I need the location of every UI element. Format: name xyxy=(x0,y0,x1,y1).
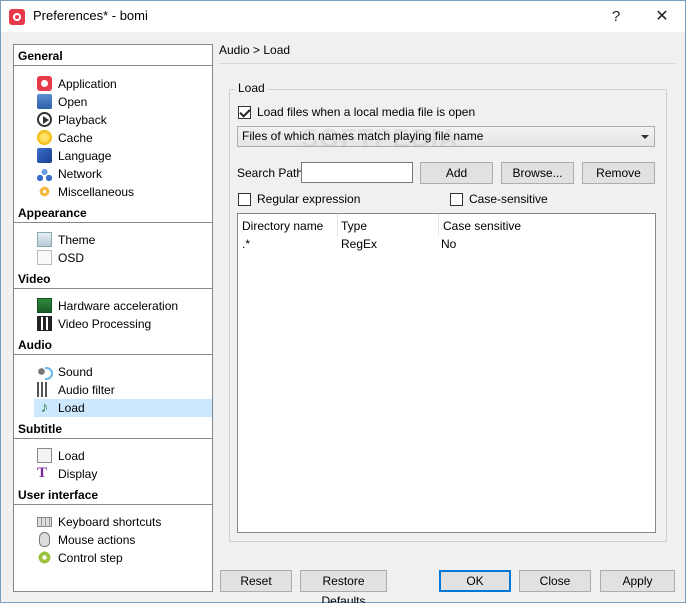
sidebar-item-audio-load[interactable]: ♪ Load xyxy=(34,399,212,417)
cache-icon xyxy=(37,130,52,145)
column-divider xyxy=(438,214,439,236)
miscellaneous-icon xyxy=(37,184,52,199)
reset-button[interactable]: Reset xyxy=(220,570,292,592)
section-appearance: Appearance xyxy=(14,204,212,223)
search-path-input[interactable] xyxy=(301,162,413,183)
sidebar-item-hardware-acceleration[interactable]: Hardware acceleration xyxy=(34,297,212,315)
checkbox-unchecked-icon xyxy=(238,193,251,206)
mouse-icon xyxy=(39,532,50,547)
theme-icon xyxy=(37,232,52,247)
table-cell-type[interactable]: RegEx xyxy=(341,236,377,252)
checkbox-checked-icon xyxy=(238,106,251,119)
sound-icon xyxy=(37,364,53,380)
window-title: Preferences* - bomi xyxy=(33,8,148,23)
regular-expression-checkbox[interactable]: Regular expression xyxy=(238,191,360,207)
column-header-case-sensitive[interactable]: Case sensitive xyxy=(443,218,521,234)
checkbox-unchecked-icon xyxy=(450,193,463,206)
load-files-checkbox[interactable]: Load files when a local media file is op… xyxy=(238,104,475,120)
category-sidebar: General Application Open Playback Cache … xyxy=(13,44,213,592)
keyboard-icon xyxy=(37,517,52,527)
sidebar-item-network[interactable]: Network xyxy=(34,165,212,183)
app-icon xyxy=(9,9,25,25)
sidebar-item-open[interactable]: Open xyxy=(34,93,212,111)
audio-filter-icon xyxy=(37,382,52,397)
column-header-type[interactable]: Type xyxy=(341,218,367,234)
title-bar: Preferences* - bomi ? ✕ xyxy=(1,1,685,32)
sidebar-item-language[interactable]: Language xyxy=(34,147,212,165)
playback-icon xyxy=(37,112,52,127)
sidebar-item-audio-filter[interactable]: Audio filter xyxy=(34,381,212,399)
sidebar-item-playback[interactable]: Playback xyxy=(34,111,212,129)
language-icon xyxy=(37,148,52,163)
section-user-interface: User interface xyxy=(14,486,212,505)
chevron-down-icon xyxy=(641,135,649,139)
music-note-icon: ♪ xyxy=(40,399,49,416)
sidebar-item-subtitle-load[interactable]: Load xyxy=(34,447,212,465)
sidebar-item-mouse-actions[interactable]: Mouse actions xyxy=(34,531,212,549)
section-general: General xyxy=(14,47,212,66)
osd-icon xyxy=(37,250,52,265)
application-icon xyxy=(37,76,52,91)
hardware-acceleration-icon xyxy=(37,298,52,313)
restore-defaults-button[interactable]: Restore Defaults xyxy=(300,570,387,603)
table-cell-directory[interactable]: .* xyxy=(242,236,250,252)
sidebar-item-application[interactable]: Application xyxy=(34,75,212,93)
subtitle-load-icon xyxy=(37,448,52,463)
sidebar-item-display[interactable]: T Display xyxy=(34,465,212,483)
apply-button[interactable]: Apply xyxy=(600,570,675,592)
case-sensitive-checkbox[interactable]: Case-sensitive xyxy=(450,191,548,207)
sidebar-item-control-step[interactable]: Control step xyxy=(34,549,212,567)
remove-button[interactable]: Remove xyxy=(582,162,655,184)
sidebar-item-miscellaneous[interactable]: Miscellaneous xyxy=(34,183,212,201)
open-icon xyxy=(37,94,52,109)
video-processing-icon xyxy=(37,316,52,331)
search-path-label: Search Path xyxy=(237,166,304,180)
sidebar-item-theme[interactable]: Theme xyxy=(34,231,212,249)
control-step-icon xyxy=(37,550,52,565)
breadcrumb: Audio > Load xyxy=(219,43,291,57)
close-button[interactable]: Close xyxy=(519,570,591,592)
load-mode-select[interactable]: Files of which names match playing file … xyxy=(237,126,655,147)
ok-button[interactable]: OK xyxy=(439,570,511,592)
display-icon: T xyxy=(37,465,48,481)
preferences-window: Preferences* - bomi ? ✕ General Applicat… xyxy=(0,0,686,603)
sidebar-item-video-processing[interactable]: Video Processing xyxy=(34,315,212,333)
column-divider xyxy=(337,214,338,236)
section-video: Video xyxy=(14,270,212,289)
header-divider xyxy=(219,63,675,64)
table-cell-case-sensitive[interactable]: No xyxy=(441,236,456,252)
add-button[interactable]: Add xyxy=(420,162,493,184)
group-title: Load xyxy=(235,81,268,95)
close-window-button[interactable]: ✕ xyxy=(639,1,685,32)
network-icon xyxy=(37,166,52,181)
sidebar-item-cache[interactable]: Cache xyxy=(34,129,212,147)
search-path-table[interactable]: Directory name Type Case sensitive .* Re… xyxy=(237,213,656,533)
section-subtitle: Subtitle xyxy=(14,420,212,439)
sidebar-item-keyboard-shortcuts[interactable]: Keyboard shortcuts xyxy=(34,513,212,531)
browse-button[interactable]: Browse... xyxy=(501,162,574,184)
section-audio: Audio xyxy=(14,336,212,355)
sidebar-item-osd[interactable]: OSD xyxy=(34,249,212,267)
column-header-directory-name[interactable]: Directory name xyxy=(242,218,323,234)
sidebar-item-sound[interactable]: Sound xyxy=(34,363,212,381)
help-button[interactable]: ? xyxy=(593,1,639,32)
